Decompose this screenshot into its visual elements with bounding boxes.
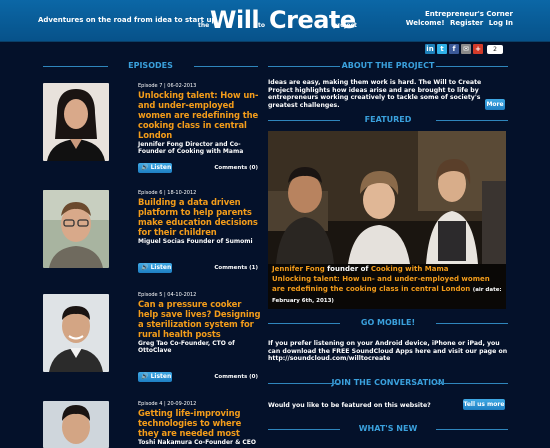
user-nav: Entrepreneur's Corner Welcome! Register …	[403, 10, 513, 28]
listen-label: Listen	[150, 264, 172, 271]
linkedin-icon[interactable]: in	[425, 44, 435, 54]
speaker-icon: 🔊	[141, 264, 151, 271]
conversation-text: Would you like to be featured on this we…	[268, 402, 431, 409]
featured-org-link[interactable]: Cooking with Mama	[371, 265, 449, 273]
listen-button[interactable]: 🔊 Listen	[138, 163, 172, 173]
episodes-heading: EPISODES	[43, 60, 258, 72]
episode-meta: Episode 6 | 18-10-2012	[138, 190, 197, 196]
episode-meta: Episode 4 | 20-09-2012	[138, 401, 197, 407]
featured-founder-of: founder of	[327, 265, 369, 273]
episode-title-link[interactable]: Can a pressure cooker help save lives? D…	[138, 299, 262, 339]
logo-project: project	[333, 22, 357, 29]
facebook-icon[interactable]: f	[449, 44, 459, 54]
listen-button[interactable]: 🔊 Listen	[138, 263, 172, 273]
soundcloud-link[interactable]: http://soundcloud.com/willtocreate	[268, 355, 508, 363]
register-link[interactable]: Register	[450, 19, 483, 27]
episode-title-link[interactable]: Building a data driven platform to help …	[138, 197, 262, 237]
login-link[interactable]: Log In	[489, 19, 513, 27]
go-mobile-heading: GO MOBILE!	[268, 317, 508, 329]
tell-us-more-button[interactable]: Tell us more	[463, 399, 505, 410]
logo-create: Create	[269, 6, 356, 34]
episode-photo[interactable]	[43, 294, 109, 372]
episode-guest: Greg Tao Co-Founder, CTO of OttoClave	[138, 340, 235, 354]
episode-item: Episode 7 | 06-02-2013 Unlocking talent:…	[43, 83, 259, 175]
episode-title-link[interactable]: Getting life-improving technologies to w…	[138, 408, 262, 438]
whats-new-heading: WHAT'S NEW	[268, 423, 508, 435]
entrepreneurs-corner-link[interactable]: Entrepreneur's Corner	[403, 10, 513, 19]
episode-meta: Episode 5 | 04-10-2012	[138, 292, 197, 298]
comments-link[interactable]: Comments (1)	[214, 265, 258, 271]
speaker-icon: 🔊	[141, 373, 151, 380]
episode-item: Episode 6 | 18-10-2012 Building a data d…	[43, 190, 258, 282]
episode-title-link[interactable]: Unlocking talent: How un- and under-empl…	[138, 90, 262, 140]
episode-item: Episode 5 | 04-10-2012 Can a pressure co…	[43, 292, 261, 384]
episode-photo[interactable]	[43, 190, 109, 268]
social-share-bar: in t f ✉ + 2	[425, 44, 503, 54]
featured-title-link[interactable]: Unlocking talent: How un- and under-empl…	[272, 275, 490, 293]
welcome-link[interactable]: Welcome!	[406, 19, 445, 27]
episode-item: Episode 4 | 20-09-2012 Getting life-impr…	[43, 401, 258, 448]
featured-name-link[interactable]: Jennifer Fong	[272, 265, 325, 273]
google-plus-icon[interactable]: +	[473, 44, 483, 54]
more-button[interactable]: More	[485, 99, 505, 110]
comments-link[interactable]: Comments (0)	[214, 165, 258, 171]
email-icon[interactable]: ✉	[461, 44, 471, 54]
tagline: Adventures on the road from idea to star…	[38, 16, 217, 24]
episode-photo[interactable]	[43, 401, 109, 448]
episode-meta: Episode 7 | 06-02-2013	[138, 83, 197, 89]
listen-button[interactable]: 🔊 Listen	[138, 372, 172, 382]
featured-heading: FEATURED	[268, 114, 508, 126]
episode-guest: Miguel Socias Founder of Sumomi	[138, 238, 253, 245]
listen-label: Listen	[150, 164, 172, 171]
listen-label: Listen	[150, 373, 172, 380]
comments-link[interactable]: Comments (0)	[214, 374, 258, 380]
logo-to: to	[258, 22, 265, 29]
about-heading: ABOUT THE PROJECT	[268, 60, 508, 72]
logo-will: Will	[210, 6, 260, 34]
episode-photo[interactable]	[43, 83, 109, 161]
conversation-heading: JOIN THE CONVERSATION	[268, 377, 508, 389]
site-header: Adventures on the road from idea to star…	[0, 0, 550, 42]
twitter-icon[interactable]: t	[437, 44, 447, 54]
about-text: Ideas are easy, making them work is hard…	[268, 79, 482, 109]
episode-guest: Jennifer Fong Director and Co-Founder of…	[138, 141, 244, 155]
go-mobile-description: If you prefer listening on your Android …	[268, 340, 508, 355]
logo-the: the	[198, 22, 210, 29]
episode-guest: Toshi Nakamura Co-Founder & CEO	[138, 439, 257, 446]
speaker-icon: 🔊	[141, 164, 151, 171]
go-mobile-text: If you prefer listening on your Android …	[268, 340, 508, 363]
featured-caption: Jennifer Fong founder of Cooking with Ma…	[272, 264, 504, 306]
share-count: 2	[487, 44, 503, 54]
